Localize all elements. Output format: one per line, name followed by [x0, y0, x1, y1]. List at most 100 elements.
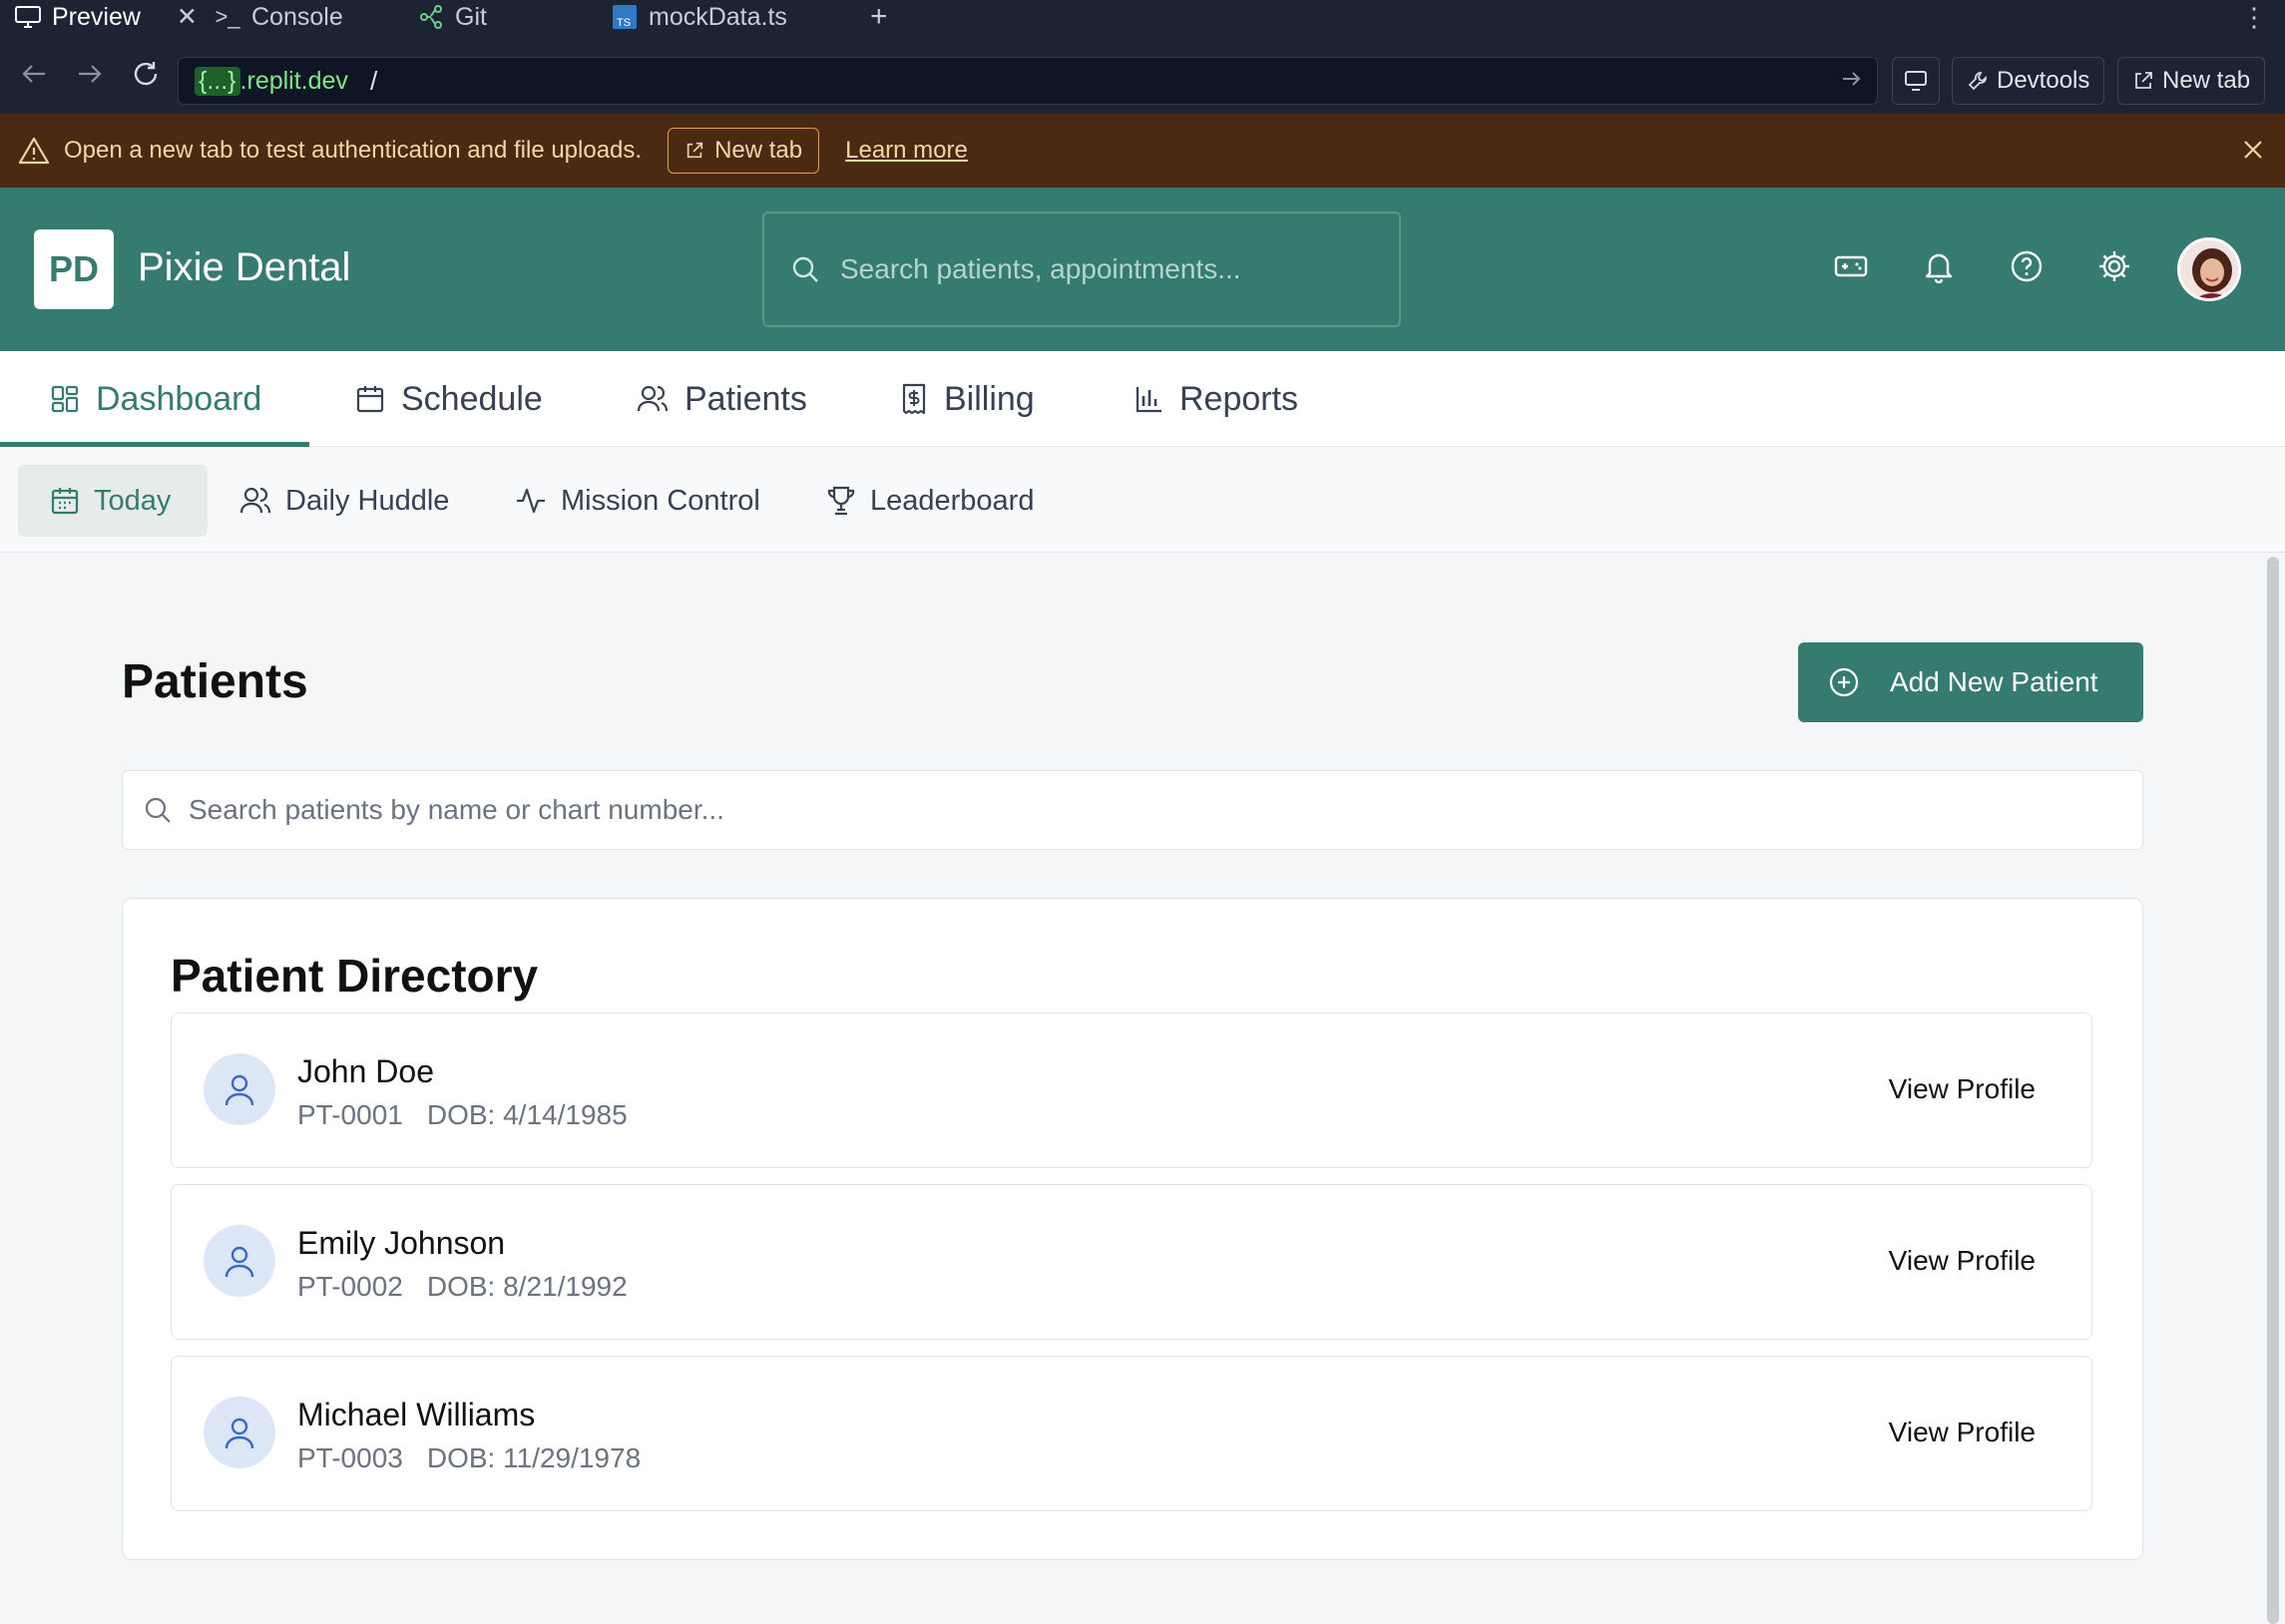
- tab-label: Reports: [1179, 379, 1299, 418]
- external-link-icon: [2132, 70, 2154, 92]
- monitor-icon: [1904, 70, 1928, 92]
- tab-mockdata[interactable]: TS mockData.ts: [611, 0, 787, 34]
- subtab-daily-huddle[interactable]: Daily Huddle: [220, 465, 449, 537]
- dashboard-icon: [50, 384, 80, 414]
- page-title: Patients: [122, 655, 308, 708]
- tab-dashboard[interactable]: Dashboard: [0, 351, 310, 448]
- scrollbar[interactable]: [2265, 553, 2285, 1624]
- dollar-receipt-icon: [900, 383, 928, 415]
- browser-address-row: {...} .replit.dev / Devtools New tab: [0, 34, 2285, 114]
- add-new-patient-button[interactable]: Add New Patient: [1798, 642, 2143, 722]
- tab-label: Preview: [52, 2, 141, 31]
- learn-more-link[interactable]: Learn more: [845, 137, 968, 165]
- add-new-patient-label: Add New Patient: [1890, 666, 2098, 697]
- url-host-domain: .replit.dev: [239, 66, 348, 95]
- tab-billing[interactable]: Billing: [900, 351, 1035, 447]
- forward-arrow-icon[interactable]: [72, 56, 108, 92]
- warning-banner: Open a new tab to test authentication an…: [0, 114, 2285, 188]
- patient-name: Michael Williams: [297, 1397, 536, 1432]
- users-icon: [239, 486, 271, 516]
- url-host: {...} .replit.dev: [187, 65, 356, 97]
- tab-console[interactable]: >_ Console: [214, 0, 343, 34]
- patient-dob: DOB: 4/14/1985: [426, 1099, 628, 1130]
- list-item: John Doe PT-0001 DOB: 4/14/1985 View Pro…: [171, 1013, 2092, 1168]
- banner-message: Open a new tab to test authentication an…: [64, 137, 643, 164]
- avatar[interactable]: [2177, 237, 2241, 301]
- gamepad-icon[interactable]: [1830, 245, 1872, 287]
- patient-search-input[interactable]: Search patients by name or chart number.…: [122, 770, 2143, 850]
- back-arrow-icon[interactable]: [16, 56, 52, 92]
- wrench-icon: [1967, 70, 1989, 92]
- main-nav: Dashboard Schedule Patients Billing Repo…: [0, 351, 2285, 448]
- logo[interactable]: PD: [34, 229, 114, 309]
- subtab-leaderboard[interactable]: Leaderboard: [806, 465, 1034, 537]
- reload-icon[interactable]: [128, 56, 164, 92]
- svg-text:TS: TS: [617, 17, 631, 29]
- screen-toggle-button[interactable]: [1892, 57, 1940, 105]
- view-profile-button[interactable]: View Profile: [1889, 1073, 2036, 1105]
- bar-chart-icon: [1134, 384, 1163, 414]
- list-item: Michael Williams PT-0003 DOB: 11/29/1978…: [171, 1356, 2092, 1511]
- user-icon: [204, 1053, 275, 1125]
- git-branch-icon: [417, 3, 445, 31]
- subtab-label: Daily Huddle: [285, 484, 450, 517]
- patient-dob: DOB: 8/21/1992: [426, 1271, 628, 1302]
- patient-meta: PT-0003 DOB: 11/29/1978: [297, 1442, 641, 1474]
- browser-tab-bar: Preview ✕ >_ Console Git TS mockData.ts …: [0, 0, 2285, 34]
- tab-label: mockData.ts: [649, 2, 787, 31]
- view-profile-button[interactable]: View Profile: [1889, 1417, 2036, 1448]
- patient-name: Emily Johnson: [297, 1225, 506, 1261]
- subtab-mission-control[interactable]: Mission Control: [495, 465, 760, 537]
- devtools-button[interactable]: Devtools: [1952, 57, 2105, 105]
- sub-nav: Today Daily Huddle Mission Control Leade…: [0, 447, 2285, 553]
- typescript-file-icon: TS: [611, 3, 639, 31]
- plus-circle-icon: [1828, 666, 1860, 698]
- search-icon: [790, 254, 820, 284]
- patient-meta: PT-0001 DOB: 4/14/1985: [297, 1099, 628, 1131]
- external-link-icon: [685, 141, 704, 161]
- plus-icon[interactable]: +: [870, 0, 888, 34]
- close-icon[interactable]: ✕: [177, 2, 198, 32]
- trophy-icon: [826, 485, 856, 517]
- global-search-input[interactable]: Search patients, appointments...: [762, 211, 1401, 327]
- patient-meta: PT-0002 DOB: 8/21/1992: [297, 1271, 628, 1303]
- patient-chart-number: PT-0002: [297, 1271, 403, 1302]
- tab-label: Console: [251, 2, 343, 31]
- subtab-today[interactable]: Today: [18, 465, 208, 537]
- subtab-label: Leaderboard: [870, 484, 1035, 517]
- more-vertical-icon[interactable]: ⋮: [2241, 0, 2267, 34]
- patient-name: John Doe: [297, 1053, 434, 1089]
- url-path: /: [369, 65, 378, 96]
- url-host-prefix: {...}: [195, 66, 240, 96]
- app-header: PD Pixie Dental Search patients, appoint…: [0, 188, 2285, 351]
- user-icon: [204, 1397, 275, 1468]
- tab-label: Git: [455, 2, 487, 31]
- patient-directory-card: Patient Directory John Doe PT-0001 DOB: …: [122, 898, 2143, 1560]
- new-tab-button[interactable]: New tab: [2117, 57, 2266, 105]
- subtab-label: Today: [94, 484, 172, 517]
- help-icon[interactable]: [2006, 245, 2048, 287]
- tab-git[interactable]: Git: [417, 0, 487, 34]
- patient-dob: DOB: 11/29/1978: [426, 1442, 642, 1473]
- banner-new-tab-button[interactable]: New tab: [668, 128, 820, 174]
- patient-chart-number: PT-0003: [297, 1442, 403, 1473]
- calendar-icon: [50, 486, 80, 516]
- patient-search-placeholder: Search patients by name or chart number.…: [189, 794, 724, 825]
- brand-name: Pixie Dental: [138, 245, 351, 289]
- tab-preview[interactable]: Preview ✕: [14, 0, 198, 34]
- close-icon[interactable]: [2241, 138, 2265, 162]
- monitor-icon: [14, 3, 42, 31]
- bell-icon[interactable]: [1918, 245, 1960, 287]
- list-item: Emily Johnson PT-0002 DOB: 8/21/1992 Vie…: [171, 1184, 2092, 1340]
- url-bar[interactable]: {...} .replit.dev /: [178, 57, 1878, 105]
- devtools-label: Devtools: [1997, 67, 2090, 94]
- tab-schedule[interactable]: Schedule: [355, 351, 543, 447]
- search-icon: [143, 795, 173, 825]
- tab-reports[interactable]: Reports: [1134, 351, 1298, 447]
- go-arrow-icon[interactable]: [1841, 68, 1863, 90]
- user-icon: [204, 1225, 275, 1297]
- card-title: Patient Directory: [171, 950, 539, 1002]
- tab-patients[interactable]: Patients: [637, 351, 807, 447]
- view-profile-button[interactable]: View Profile: [1889, 1245, 2036, 1277]
- gear-icon[interactable]: [2093, 245, 2135, 287]
